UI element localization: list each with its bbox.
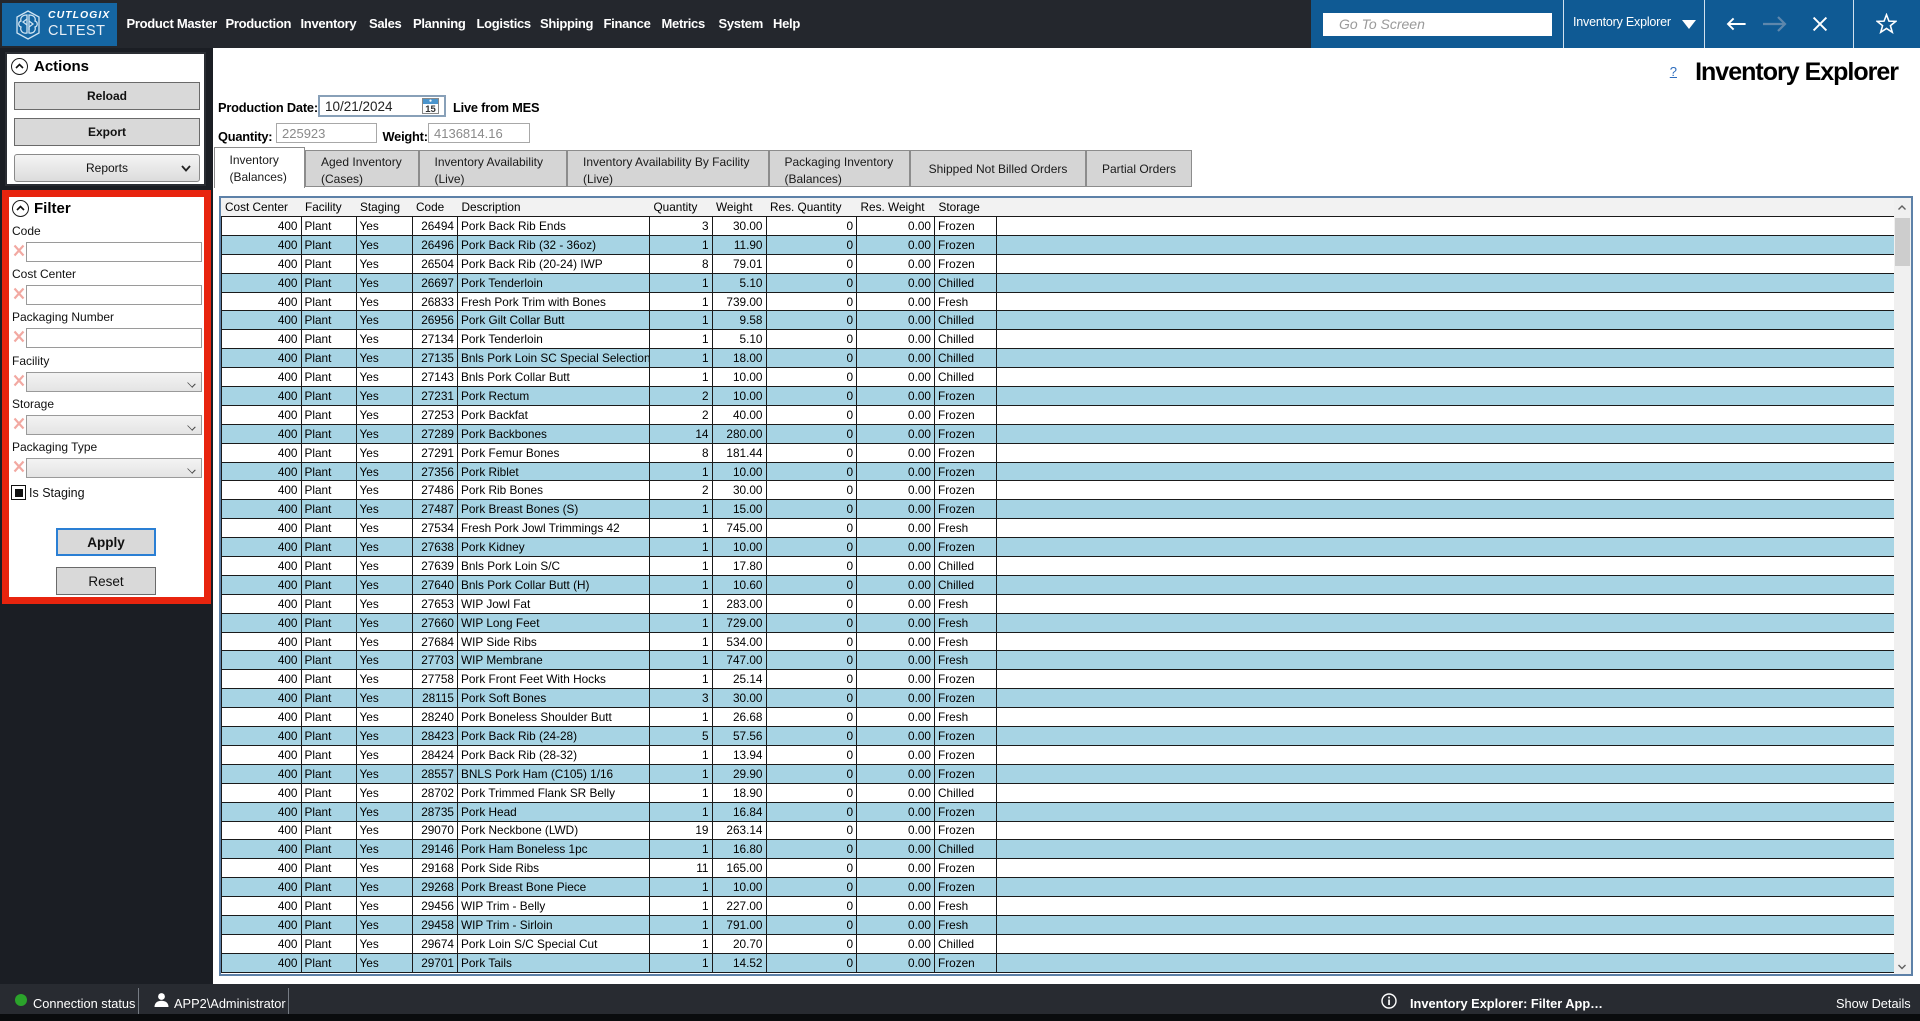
svg-text:15: 15 [425, 104, 436, 114]
